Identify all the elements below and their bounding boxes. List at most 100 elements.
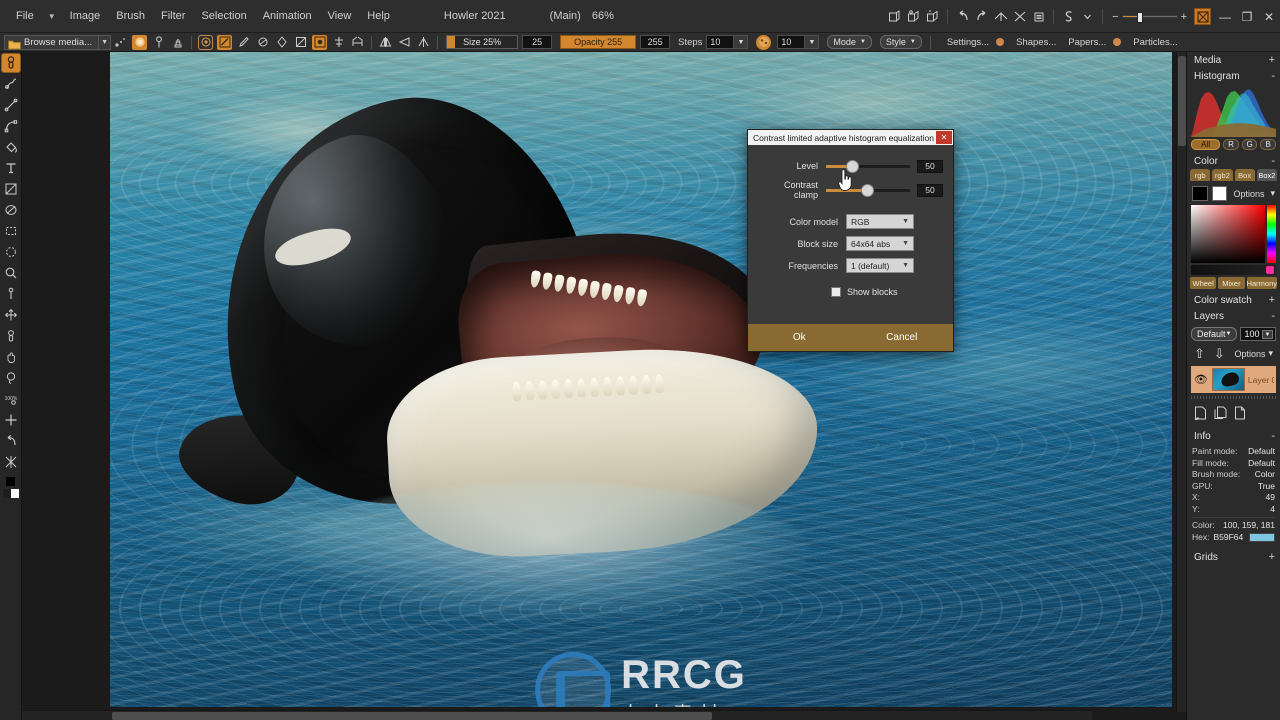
maximize-button[interactable]: ❐: [1236, 10, 1258, 24]
background-color-swatch[interactable]: [1211, 186, 1228, 201]
shrink-icon[interactable]: [1011, 8, 1028, 25]
rect-select-tool[interactable]: [1, 221, 21, 241]
zoom-slider-knob[interactable]: [1136, 12, 1143, 23]
close-button[interactable]: ✕: [1258, 10, 1280, 24]
canvas-horizontal-scrollbar[interactable]: [22, 710, 1092, 720]
steps-caret-icon[interactable]: ▼: [733, 36, 748, 48]
page-reorder-icon[interactable]: [905, 8, 922, 25]
steps-stepper[interactable]: 10 ▼: [706, 35, 749, 49]
menu-item-animation[interactable]: Animation: [255, 7, 320, 25]
hand-tool[interactable]: [1, 347, 21, 367]
list-icon[interactable]: [1030, 8, 1047, 25]
no-texture-icon[interactable]: [293, 35, 308, 50]
brush-size-field[interactable]: Size 25%: [446, 35, 519, 49]
mode-dropdown[interactable]: Mode ▼: [827, 35, 872, 49]
dialog-close-button[interactable]: ✕: [936, 131, 952, 144]
layer-blend-mode-dropdown[interactable]: Default ▼: [1191, 327, 1238, 341]
smudge-icon[interactable]: [255, 35, 270, 50]
color-panel-header[interactable]: Color -: [1187, 153, 1280, 169]
eraser-tool[interactable]: [1, 200, 21, 220]
histogram-channel-r[interactable]: R: [1223, 139, 1239, 150]
flip-history-icon[interactable]: [992, 8, 1009, 25]
steps-value[interactable]: 10: [707, 36, 733, 48]
zoom-slider[interactable]: − +: [1112, 11, 1187, 23]
zoom-tool[interactable]: [1, 263, 21, 283]
shapes-button[interactable]: Shapes...: [1016, 37, 1056, 48]
scatter-tool[interactable]: [1, 452, 21, 472]
frequencies-select[interactable]: 1 (default) ▼: [846, 258, 914, 273]
pencil-square-icon[interactable]: [217, 34, 233, 50]
style-dropdown[interactable]: Style ▼: [879, 35, 922, 49]
menu-item-filter[interactable]: Filter: [153, 7, 193, 25]
zoom-out-button[interactable]: −: [1112, 11, 1118, 23]
stamp-icon[interactable]: [170, 35, 185, 50]
menu-item-image[interactable]: Image: [62, 7, 109, 25]
show-blocks-row[interactable]: Show blocks: [831, 287, 943, 297]
text-tool[interactable]: [1, 158, 21, 178]
new-layer-icon[interactable]: [1234, 406, 1246, 422]
canvas-area[interactable]: RRCG 人人素材: [22, 52, 1186, 720]
line-tool[interactable]: [1, 95, 21, 115]
opacity-field[interactable]: Opacity 255: [560, 35, 637, 49]
layers-panel-header[interactable]: Layers -: [1187, 308, 1280, 324]
curve-tool[interactable]: [1, 116, 21, 136]
jitter-caret-icon[interactable]: ▼: [804, 36, 819, 48]
grids-expand-icon[interactable]: +: [1269, 551, 1275, 563]
color-mode-harmony[interactable]: Harmony: [1246, 277, 1277, 289]
menu-item-help[interactable]: Help: [359, 7, 398, 25]
block-size-select[interactable]: 64x64 abs ▼: [846, 236, 914, 251]
page-sort-icon[interactable]: [924, 8, 941, 25]
color-swap-swatch[interactable]: [2, 489, 19, 498]
brush-tool[interactable]: [0, 53, 21, 73]
browse-media-caret-icon[interactable]: ▼: [98, 34, 110, 50]
artwork-image[interactable]: RRCG 人人素材: [110, 52, 1172, 707]
flip-h-icon[interactable]: [397, 35, 412, 50]
layers-collapse-icon[interactable]: -: [1271, 310, 1275, 322]
color-swatch-expand-icon[interactable]: +: [1269, 294, 1275, 306]
contrast-clamp-slider[interactable]: [826, 183, 910, 197]
histogram-collapse-icon[interactable]: -: [1271, 70, 1275, 82]
layer-row[interactable]: 👁 Layer 0: [1191, 366, 1276, 393]
pin-icon[interactable]: [151, 35, 166, 50]
chevron-down-icon[interactable]: ▼: [1262, 330, 1273, 339]
color-tab-rgb[interactable]: rgb: [1190, 169, 1211, 181]
lasso-tool[interactable]: [1, 368, 21, 388]
color-alpha-strip[interactable]: [1191, 265, 1276, 275]
pin-tool[interactable]: [1, 326, 21, 346]
histogram-channel-b[interactable]: B: [1260, 139, 1276, 150]
script-caret-icon[interactable]: [1079, 8, 1096, 25]
plus-grid-icon[interactable]: [331, 35, 346, 50]
color-tab-rgb2[interactable]: rgb2: [1212, 169, 1233, 181]
duplicate-layer-icon[interactable]: [1214, 406, 1227, 422]
pen-icon[interactable]: [236, 35, 251, 50]
color-hue-strip[interactable]: [1267, 205, 1276, 263]
opacity-value[interactable]: 255: [640, 35, 671, 49]
level-slider-knob[interactable]: [846, 160, 860, 173]
blur-icon[interactable]: [274, 35, 289, 50]
level-value[interactable]: 50: [917, 159, 943, 173]
browse-media-button[interactable]: Browse media... ▼: [4, 34, 112, 50]
minimize-button[interactable]: —: [1214, 10, 1236, 24]
settings-button[interactable]: Settings...: [947, 37, 989, 48]
zoom-in-button[interactable]: +: [1181, 11, 1187, 23]
grids-panel-header[interactable]: Grids +: [1187, 549, 1280, 565]
color-saturation-value-area[interactable]: [1191, 205, 1265, 263]
histogram-channel-all[interactable]: All: [1191, 139, 1221, 150]
add-layer-icon[interactable]: [1194, 406, 1207, 422]
eye-brush-icon[interactable]: [198, 34, 214, 50]
move-layer-up-icon[interactable]: ⇧: [1194, 347, 1205, 360]
full-screen-toggle-icon[interactable]: [1194, 8, 1211, 25]
color-collapse-icon[interactable]: -: [1271, 155, 1275, 167]
canvas-vertical-scrollbar[interactable]: [1176, 52, 1186, 712]
canvas-horizontal-scroll-thumb[interactable]: [112, 712, 712, 720]
info-collapse-icon[interactable]: -: [1271, 430, 1275, 442]
move-layer-down-icon[interactable]: ⇩: [1214, 347, 1225, 360]
menu-item-view[interactable]: View: [320, 7, 360, 25]
color-swatch-panel-header[interactable]: Color swatch +: [1187, 292, 1280, 308]
menu-file-caret-icon[interactable]: ▼: [42, 12, 62, 21]
undo-icon[interactable]: [954, 8, 971, 25]
level-slider[interactable]: [826, 159, 910, 173]
jitter-icon[interactable]: [756, 34, 772, 50]
particles-icon[interactable]: [113, 35, 128, 50]
histogram-channel-g[interactable]: G: [1241, 139, 1258, 150]
